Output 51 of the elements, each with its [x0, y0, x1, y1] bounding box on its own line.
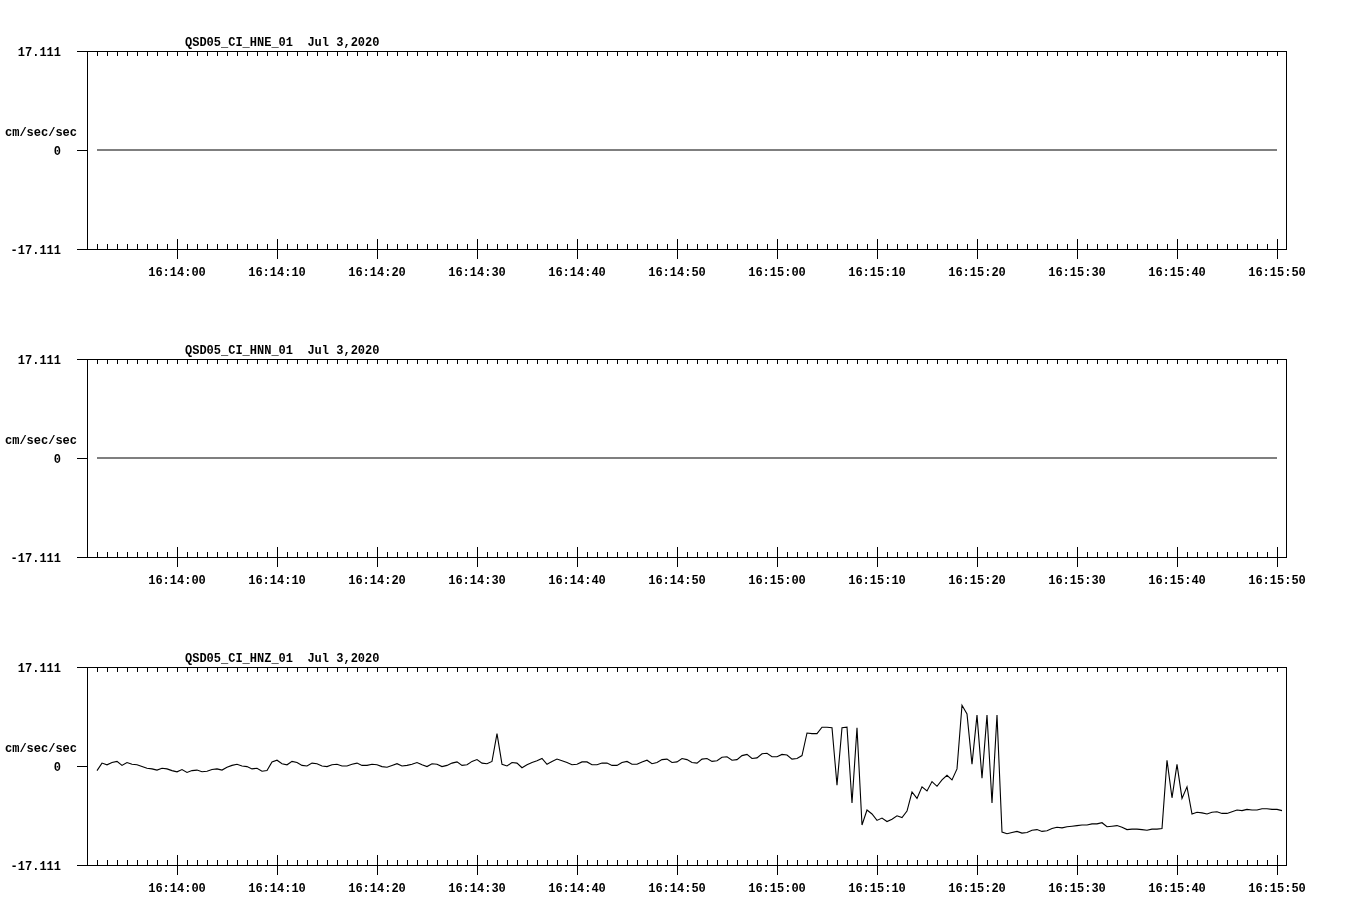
y-tick-label: 17.111	[17, 661, 61, 676]
x-tick-label: 16:15:10	[848, 266, 906, 280]
y-tick-label: 0	[53, 144, 61, 159]
x-tick-label: 16:15:20	[948, 882, 1006, 896]
x-tick-label: 16:14:20	[348, 882, 406, 896]
x-tick-label: 16:14:10	[248, 882, 306, 896]
x-tick-label: 16:15:30	[1048, 266, 1106, 280]
x-tick-label: 16:15:20	[948, 574, 1006, 588]
chart-title: QSD05_CI_HNN_01 Jul 3,2020	[185, 344, 380, 358]
y-axis-label: cm/sec/sec	[5, 742, 77, 756]
x-tick-label: 16:14:50	[648, 882, 706, 896]
x-tick-label: 16:14:30	[448, 266, 506, 280]
x-tick-label: 16:15:40	[1148, 574, 1206, 588]
y-tick-label: -17.111	[10, 551, 61, 566]
chart-title: QSD05_CI_HNE_01 Jul 3,2020	[185, 36, 380, 50]
x-tick-label: 16:15:50	[1248, 574, 1306, 588]
x-tick-label: 16:15:40	[1148, 882, 1206, 896]
x-tick-label: 16:14:10	[248, 266, 306, 280]
y-tick-label: 0	[53, 760, 61, 775]
x-tick-label: 16:14:00	[148, 266, 206, 280]
x-tick-label: 16:14:50	[648, 574, 706, 588]
x-tick-label: 16:14:40	[548, 882, 606, 896]
x-tick-label: 16:14:00	[148, 574, 206, 588]
x-tick-label: 16:14:20	[348, 266, 406, 280]
x-tick-label: 16:15:10	[848, 574, 906, 588]
y-axis-label: cm/sec/sec	[5, 126, 77, 140]
x-tick-label: 16:15:30	[1048, 574, 1106, 588]
x-tick-label: 16:14:10	[248, 574, 306, 588]
x-tick-label: 16:14:20	[348, 574, 406, 588]
x-tick-label: 16:14:40	[548, 266, 606, 280]
x-tick-label: 16:15:00	[748, 266, 806, 280]
x-tick-label: 16:15:50	[1248, 882, 1306, 896]
y-axis-label: cm/sec/sec	[5, 434, 77, 448]
x-tick-label: 16:14:50	[648, 266, 706, 280]
chart-title: QSD05_CI_HNZ_01 Jul 3,2020	[185, 652, 380, 666]
x-tick-label: 16:15:00	[748, 882, 806, 896]
x-tick-label: 16:14:00	[148, 882, 206, 896]
x-tick-label: 16:15:20	[948, 266, 1006, 280]
x-tick-label: 16:15:50	[1248, 266, 1306, 280]
x-tick-label: 16:15:40	[1148, 266, 1206, 280]
x-tick-label: 16:14:30	[448, 882, 506, 896]
y-tick-label: 0	[53, 452, 61, 467]
x-tick-label: 16:15:10	[848, 882, 906, 896]
y-tick-label: -17.111	[10, 243, 61, 258]
y-tick-label: 17.111	[17, 45, 61, 60]
y-tick-label: -17.111	[10, 859, 61, 874]
x-tick-label: 16:15:30	[1048, 882, 1106, 896]
x-tick-label: 16:14:40	[548, 574, 606, 588]
x-tick-label: 16:14:30	[448, 574, 506, 588]
x-tick-label: 16:15:00	[748, 574, 806, 588]
y-tick-label: 17.111	[17, 353, 61, 368]
